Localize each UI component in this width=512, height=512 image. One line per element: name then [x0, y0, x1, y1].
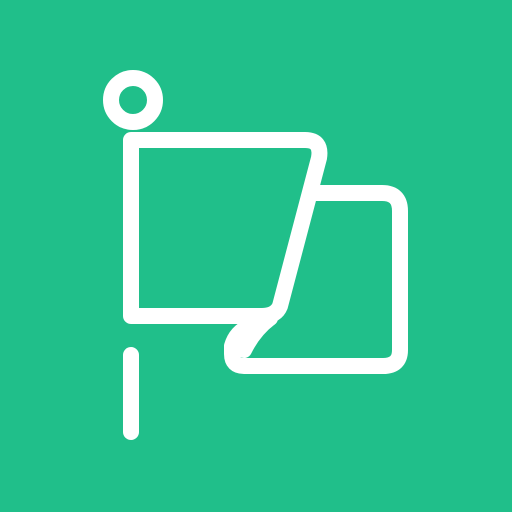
flag-front-panel	[123, 132, 328, 324]
flag-icon	[103, 70, 408, 440]
app-icon-tile	[0, 0, 512, 512]
pole-ring	[103, 70, 163, 130]
